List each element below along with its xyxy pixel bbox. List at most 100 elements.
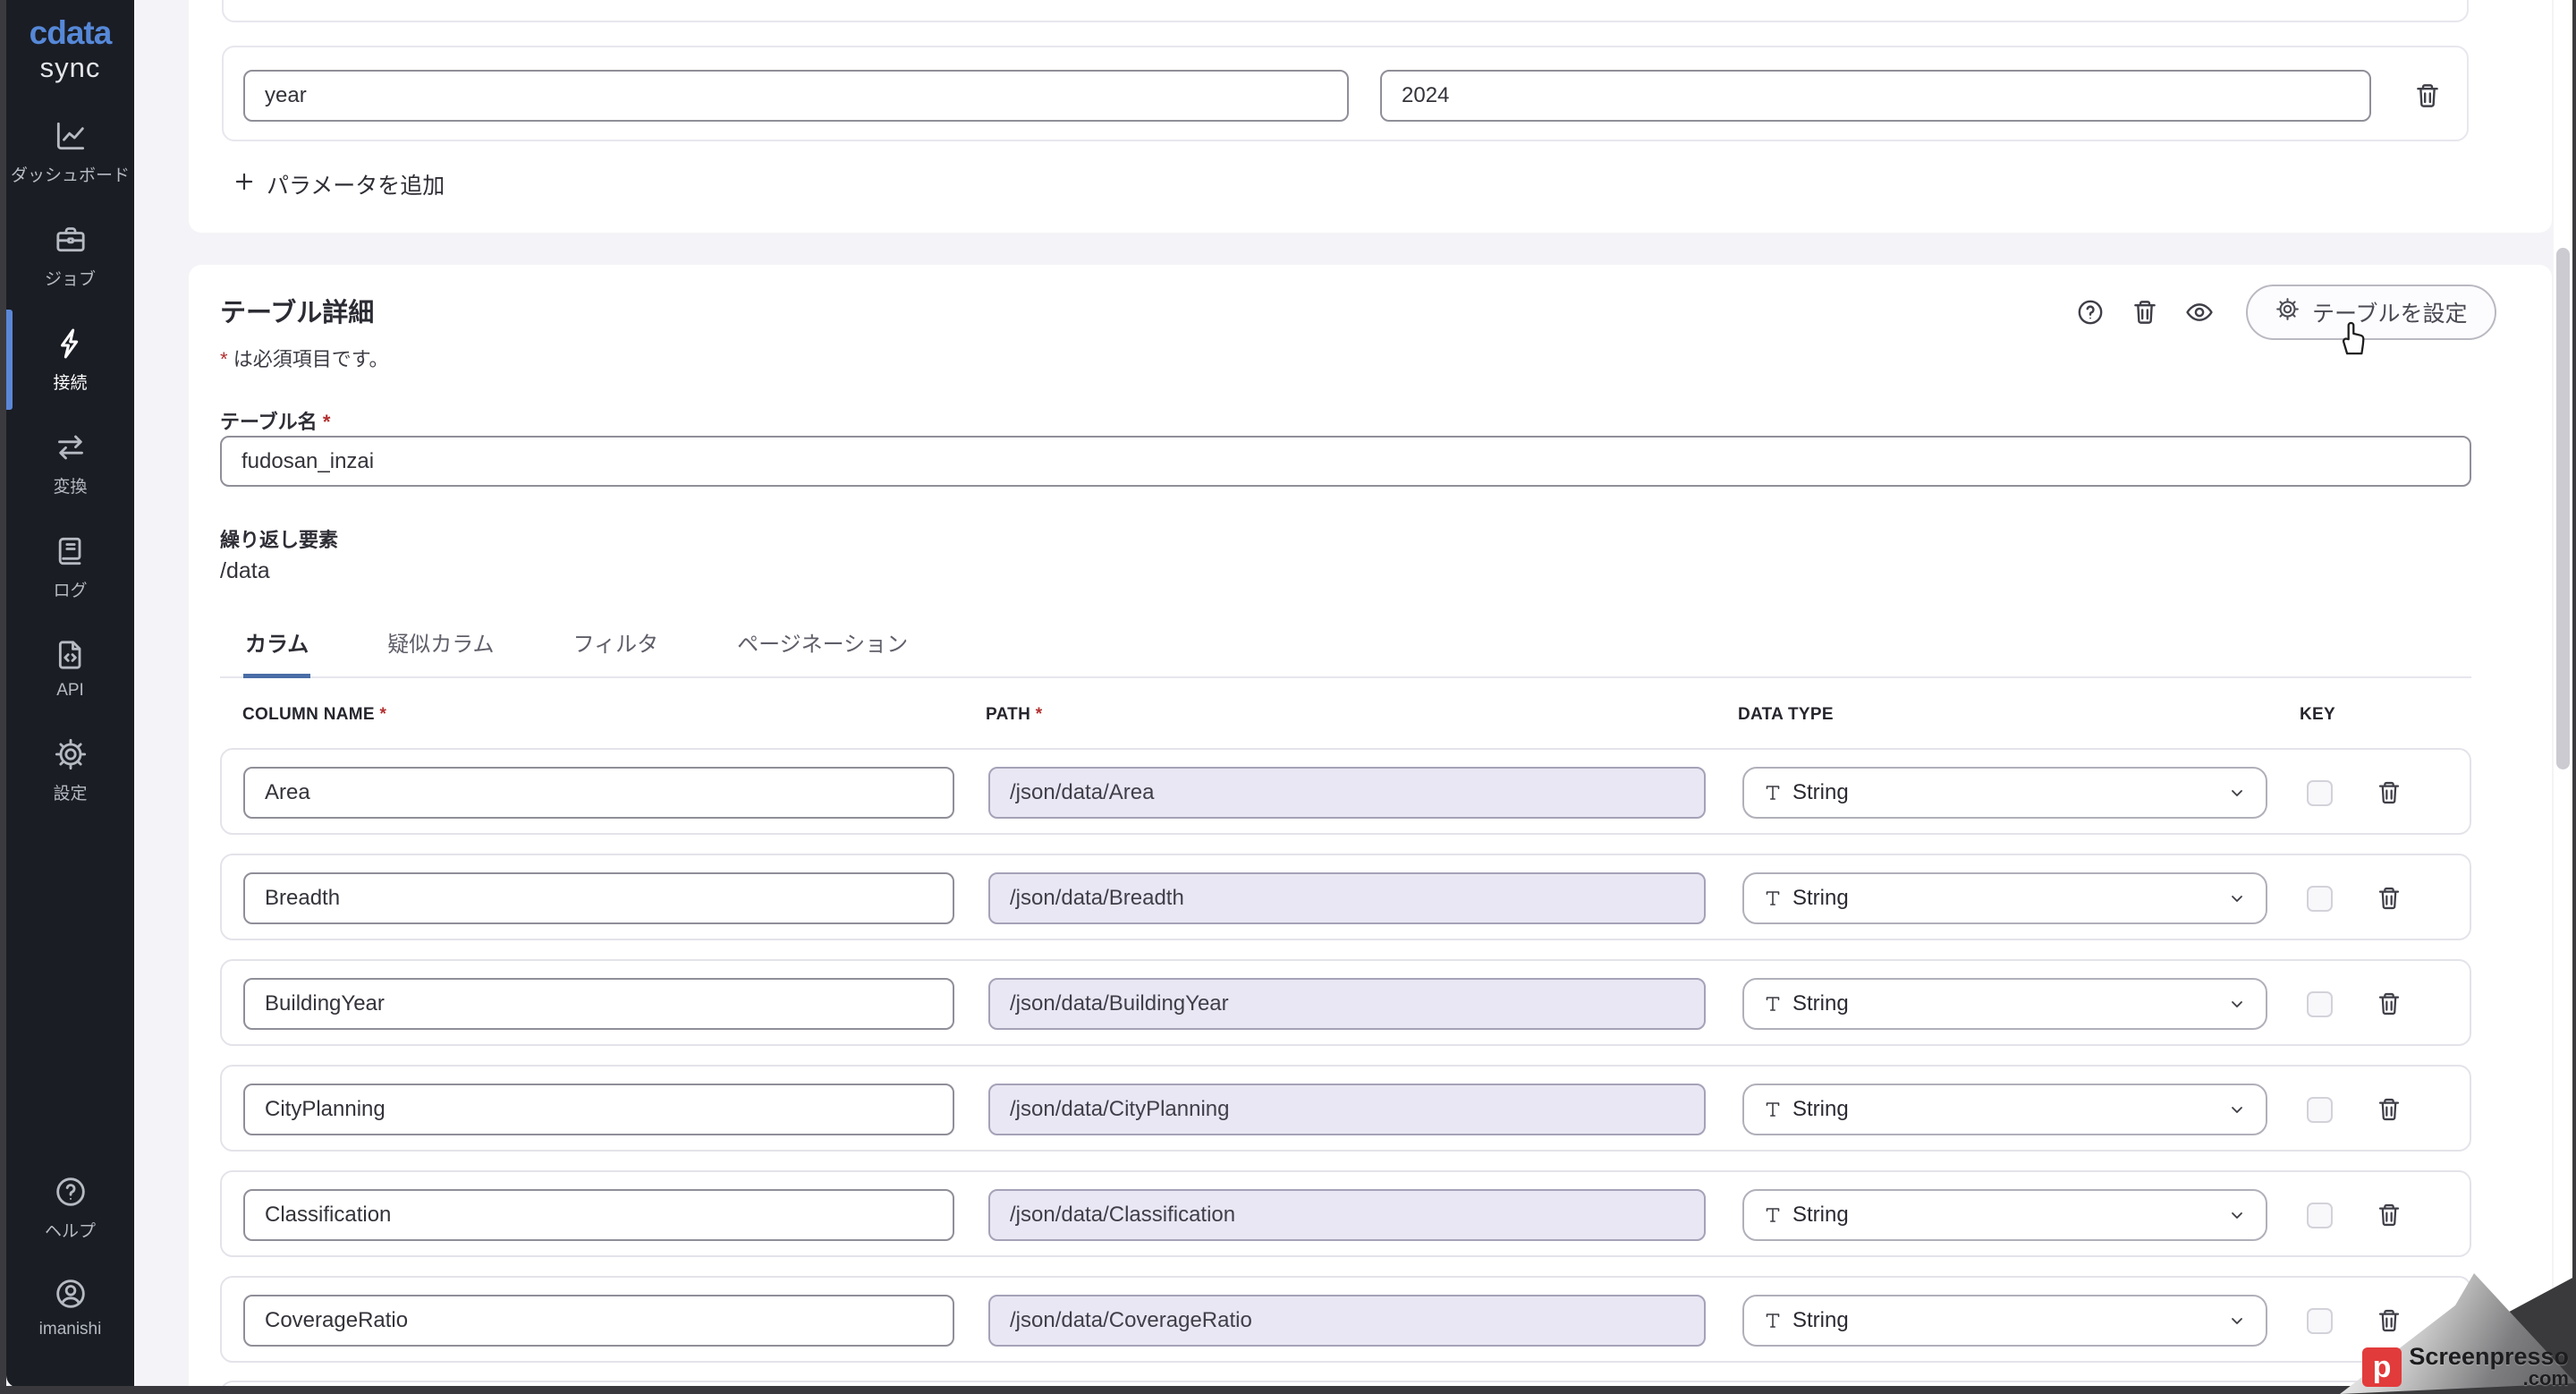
app-logo: cdata sync bbox=[6, 14, 134, 84]
data-type-value: String bbox=[1792, 1097, 2217, 1122]
chevron-down-icon bbox=[2226, 1204, 2248, 1226]
key-checkbox[interactable] bbox=[2307, 1097, 2333, 1123]
lightning-icon bbox=[53, 326, 89, 361]
column-name-input[interactable] bbox=[243, 978, 954, 1030]
header-data-type: DATA TYPE bbox=[1738, 705, 1834, 725]
sidebar: cdata sync ダッシュボード ジョブ 接続 変換 ログ bbox=[6, 0, 134, 1388]
sidebar-item-settings[interactable]: 設定 bbox=[6, 731, 134, 810]
transfer-arrows-icon bbox=[53, 429, 89, 465]
delete-row-button[interactable] bbox=[2375, 884, 2403, 915]
sidebar-item-connections[interactable]: 接続 bbox=[6, 320, 134, 399]
section-help-button[interactable] bbox=[2075, 297, 2106, 330]
data-type-select[interactable]: String bbox=[1742, 1084, 2267, 1135]
vertical-scrollbar[interactable] bbox=[2554, 0, 2572, 1386]
trash-icon bbox=[2375, 778, 2403, 810]
column-path-input[interactable] bbox=[988, 872, 1706, 924]
sidebar-item-logs[interactable]: ログ bbox=[6, 528, 134, 607]
sidebar-item-help[interactable]: ヘルプ bbox=[6, 1169, 134, 1247]
column-path-input[interactable] bbox=[988, 1084, 1706, 1135]
chevron-down-icon bbox=[2226, 1099, 2248, 1120]
sidebar-item-jobs[interactable]: ジョブ bbox=[6, 217, 134, 295]
delete-parameter-button[interactable] bbox=[2412, 81, 2443, 114]
text-type-icon bbox=[1762, 1204, 1784, 1226]
delete-row-button[interactable] bbox=[2375, 1201, 2403, 1232]
column-path-input[interactable] bbox=[988, 1295, 1706, 1347]
window-edge-left bbox=[0, 0, 6, 1394]
data-type-select[interactable]: String bbox=[1742, 978, 2267, 1030]
column-path-input[interactable] bbox=[988, 978, 1706, 1030]
data-type-value: String bbox=[1792, 991, 2217, 1016]
column-name-input[interactable] bbox=[243, 1084, 954, 1135]
repeat-element-value: /data bbox=[220, 558, 270, 584]
scrollbar-thumb[interactable] bbox=[2556, 248, 2570, 769]
sidebar-item-api[interactable]: API bbox=[6, 632, 134, 706]
section-title: テーブル詳細 bbox=[220, 292, 374, 329]
dashboard-chart-icon bbox=[53, 118, 89, 154]
column-row: String bbox=[220, 959, 2471, 1046]
required-note: * は必須項目です。 bbox=[220, 344, 389, 372]
column-name-input[interactable] bbox=[243, 767, 954, 819]
table-name-input[interactable] bbox=[220, 436, 2471, 487]
sidebar-item-transformations[interactable]: 変換 bbox=[6, 424, 134, 503]
chevron-down-icon bbox=[2226, 993, 2248, 1015]
help-circle-icon bbox=[53, 1174, 89, 1210]
parameter-row bbox=[222, 46, 2469, 141]
delete-table-button[interactable] bbox=[2130, 297, 2160, 330]
text-type-icon bbox=[1762, 1099, 1784, 1120]
header-key: KEY bbox=[2300, 705, 2335, 725]
sidebar-footer: ヘルプ imanishi bbox=[6, 1169, 134, 1345]
data-type-select[interactable]: String bbox=[1742, 1189, 2267, 1241]
column-row: String bbox=[220, 1170, 2471, 1257]
repeat-element-label: 繰り返し要素 bbox=[220, 524, 338, 553]
text-type-icon bbox=[1762, 993, 1784, 1015]
data-type-select[interactable]: String bbox=[1742, 1295, 2267, 1347]
sync-wordmark: sync bbox=[6, 52, 134, 84]
trash-icon bbox=[2375, 884, 2403, 915]
delete-row-button[interactable] bbox=[2375, 1095, 2403, 1126]
tab-filter[interactable]: フィルタ bbox=[572, 626, 661, 678]
data-type-select[interactable]: String bbox=[1742, 767, 2267, 819]
column-path-input[interactable] bbox=[988, 767, 1706, 819]
trash-icon bbox=[2375, 1095, 2403, 1126]
column-name-input[interactable] bbox=[243, 872, 954, 924]
screenpresso-logo: p bbox=[2362, 1347, 2402, 1387]
tab-pseudo-columns[interactable]: 疑似カラム bbox=[386, 626, 496, 678]
api-file-icon bbox=[53, 637, 89, 673]
parameter-name-input[interactable] bbox=[243, 70, 1349, 122]
sidebar-item-account[interactable]: imanishi bbox=[6, 1271, 134, 1345]
key-checkbox[interactable] bbox=[2307, 991, 2333, 1017]
configure-table-button[interactable]: テーブルを設定 bbox=[2246, 285, 2496, 340]
key-checkbox[interactable] bbox=[2307, 1203, 2333, 1228]
data-type-value: String bbox=[1792, 780, 2217, 805]
sidebar-item-dashboard[interactable]: ダッシュボード bbox=[6, 113, 134, 191]
eye-icon bbox=[2184, 297, 2215, 330]
tab-columns[interactable]: カラム bbox=[243, 626, 310, 678]
parameters-card: パラメータを追加 bbox=[189, 0, 2552, 233]
add-parameter-label: パラメータを追加 bbox=[267, 168, 445, 200]
data-type-value: String bbox=[1792, 1203, 2217, 1228]
help-circle-icon bbox=[2075, 297, 2106, 330]
key-checkbox[interactable] bbox=[2307, 886, 2333, 912]
preview-table-button[interactable] bbox=[2184, 297, 2215, 330]
app-window: パラメータを追加 テーブル詳細 bbox=[0, 0, 2576, 1394]
column-name-input[interactable] bbox=[243, 1189, 954, 1241]
data-type-select[interactable]: String bbox=[1742, 872, 2267, 924]
tab-pagination[interactable]: ページネーション bbox=[735, 626, 910, 678]
parameter-value-input[interactable] bbox=[1380, 70, 2371, 122]
text-type-icon bbox=[1762, 888, 1784, 909]
delete-row-button[interactable] bbox=[2375, 990, 2403, 1021]
key-checkbox[interactable] bbox=[2307, 780, 2333, 806]
chevron-down-icon bbox=[2226, 1310, 2248, 1331]
screenpresso-domain: .com bbox=[2523, 1367, 2569, 1390]
cdata-wordmark: cdata bbox=[6, 14, 134, 52]
trash-icon bbox=[2375, 990, 2403, 1021]
column-name-input[interactable] bbox=[243, 1295, 954, 1347]
add-parameter-button[interactable]: パラメータを追加 bbox=[233, 168, 445, 200]
briefcase-icon bbox=[53, 222, 89, 258]
trash-icon bbox=[2375, 1201, 2403, 1232]
delete-row-button[interactable] bbox=[2375, 778, 2403, 810]
column-path-input[interactable] bbox=[988, 1189, 1706, 1241]
column-row: String bbox=[220, 748, 2471, 835]
header-path: PATH * bbox=[986, 705, 1042, 725]
table-details-card: テーブル詳細 テーブルを設定 bbox=[189, 265, 2552, 1387]
